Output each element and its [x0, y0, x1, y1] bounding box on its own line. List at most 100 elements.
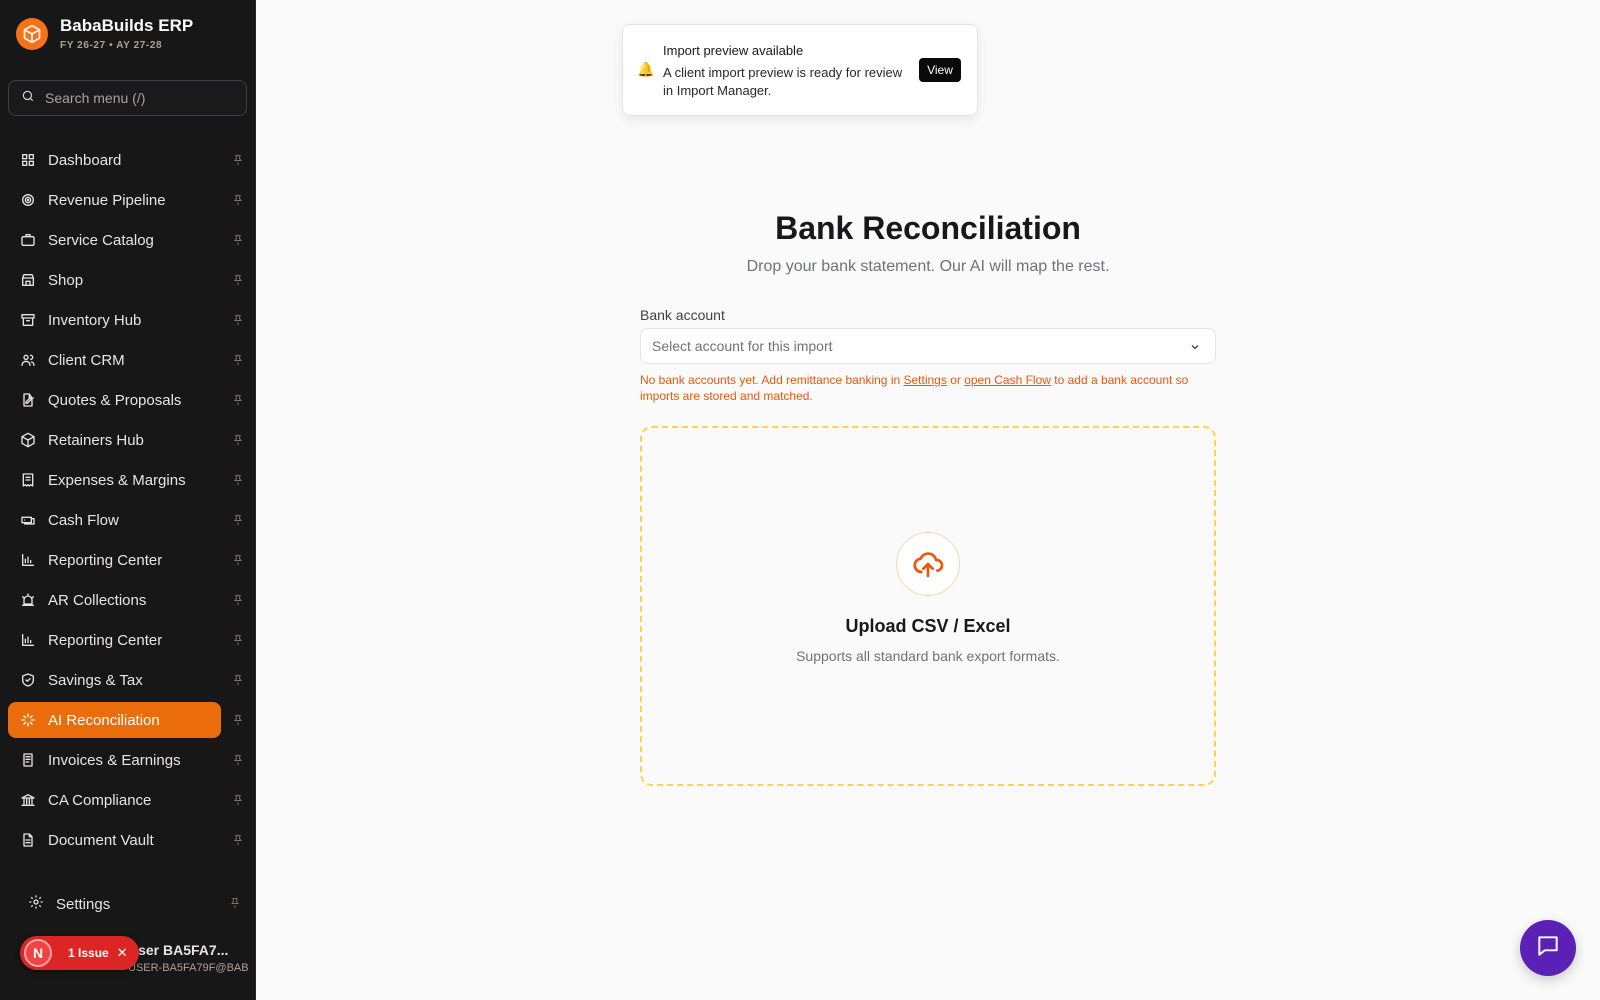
- chat-button[interactable]: [1520, 920, 1576, 976]
- sidebar-item-ai-reconciliation[interactable]: AI Reconciliation: [8, 702, 248, 738]
- sidebar-item-label: Savings & Tax: [48, 671, 143, 689]
- search-icon: [21, 89, 35, 108]
- pin-icon[interactable]: [230, 472, 246, 488]
- sidebar-item-invoices-earnings[interactable]: Invoices & Earnings: [8, 742, 248, 778]
- brand-name: BabaBuilds ERP: [60, 16, 194, 35]
- pin-icon[interactable]: [230, 592, 246, 608]
- pin-icon[interactable]: [230, 432, 246, 448]
- cloud-upload-icon: [896, 532, 960, 596]
- sidebar-item-dashboard[interactable]: Dashboard: [8, 142, 248, 178]
- pin-icon[interactable]: [230, 672, 246, 688]
- file-icon: [20, 832, 36, 848]
- cash-flow-link[interactable]: open Cash Flow: [964, 373, 1051, 387]
- sidebar-item-shop[interactable]: Shop: [8, 262, 248, 298]
- pin-icon[interactable]: [230, 192, 246, 208]
- sidebar-item-label: Revenue Pipeline: [48, 191, 166, 209]
- toast-title: Import preview available: [663, 43, 804, 58]
- user-name: User BA5FA7...: [128, 942, 229, 958]
- page-title: Bank Reconciliation: [775, 210, 1081, 246]
- pin-icon[interactable]: [230, 552, 246, 568]
- issue-badge[interactable]: N 1 Issue ✕: [20, 936, 139, 970]
- sidebar-item-savings-tax[interactable]: Savings & Tax: [8, 662, 248, 698]
- pin-icon[interactable]: [230, 832, 246, 848]
- alarm-icon: [20, 592, 36, 608]
- briefcase-icon: [20, 232, 36, 248]
- pin-icon[interactable]: [230, 352, 246, 368]
- sidebar-item-retainers-hub[interactable]: Retainers Hub: [8, 422, 248, 458]
- sidebar: BabaBuilds ERP FY 26-27 • AY 27-28 Dashb…: [0, 0, 256, 1000]
- sidebar-item-label: Cash Flow: [48, 511, 119, 529]
- pin-icon[interactable]: [230, 752, 246, 768]
- chevron-down-icon: [1189, 340, 1201, 358]
- sidebar-item-ar-collections[interactable]: AR Collections: [8, 582, 248, 618]
- user-profile[interactable]: User BA5FA7... USER-BA5FA79F@BABAB... N …: [20, 936, 248, 980]
- bar-chart-icon: [20, 632, 36, 648]
- bar-chart-icon: [20, 552, 36, 568]
- sidebar-item-quotes-proposals[interactable]: Quotes & Proposals: [8, 382, 248, 418]
- pin-icon[interactable]: [230, 632, 246, 648]
- sidebar-item-label: Retainers Hub: [48, 431, 144, 449]
- pin-icon[interactable]: [230, 312, 246, 328]
- pin-icon[interactable]: [230, 792, 246, 808]
- search-input[interactable]: [45, 90, 235, 106]
- sidebar-item-service-catalog[interactable]: Service Catalog: [8, 222, 248, 258]
- page-subtitle: Drop your bank statement. Our AI will ma…: [746, 258, 1110, 275]
- shield-icon: [20, 672, 36, 688]
- pin-icon[interactable]: [230, 272, 246, 288]
- sidebar-item-label: Expenses & Margins: [48, 471, 186, 489]
- menu-search[interactable]: [8, 80, 247, 116]
- bank-account-placeholder: Select account for this import: [652, 338, 833, 354]
- edit-document-icon: [20, 392, 36, 408]
- sidebar-item-ca-compliance[interactable]: CA Compliance: [8, 782, 248, 818]
- close-icon[interactable]: ✕: [117, 945, 128, 961]
- warning-text-prefix: No bank accounts yet. Add remittance ban…: [640, 373, 904, 387]
- view-button[interactable]: View: [919, 58, 961, 82]
- sidebar-item-label: Dashboard: [48, 151, 122, 169]
- bell-icon: 🔔: [637, 61, 655, 77]
- pin-icon[interactable]: [230, 232, 246, 248]
- receipt-icon: [20, 472, 36, 488]
- sidebar-item-label: Client CRM: [48, 351, 125, 369]
- sidebar-item-revenue-pipeline[interactable]: Revenue Pipeline: [8, 182, 248, 218]
- warning-text-middle: or: [946, 373, 965, 387]
- pin-icon[interactable]: [230, 712, 246, 728]
- sidebar-item-label: Invoices & Earnings: [48, 751, 181, 769]
- settings-link[interactable]: Settings: [904, 373, 947, 387]
- invoice-icon: [20, 752, 36, 768]
- sidebar-item-reporting-center[interactable]: Reporting Center: [8, 622, 248, 658]
- sidebar-item-cash-flow[interactable]: Cash Flow: [8, 502, 248, 538]
- toast-description: A client import preview is ready for rev…: [663, 65, 903, 98]
- sidebar-item-settings[interactable]: Settings: [16, 886, 241, 922]
- sidebar-item-label: Document Vault: [48, 831, 154, 849]
- bank-account-select[interactable]: Select account for this import: [640, 328, 1216, 364]
- pin-icon[interactable]: [230, 512, 246, 528]
- box-icon: [20, 432, 36, 448]
- sparkles-icon: [20, 712, 36, 728]
- sidebar-item-label: Shop: [48, 271, 84, 289]
- sidebar-item-reporting-center[interactable]: Reporting Center: [8, 542, 248, 578]
- sidebar-item-expenses-margins[interactable]: Expenses & Margins: [8, 462, 248, 498]
- sidebar-item-label: Service Catalog: [48, 231, 154, 249]
- gear-icon: [28, 894, 44, 915]
- sidebar-item-label: Inventory Hub: [48, 311, 142, 329]
- pin-icon[interactable]: [229, 896, 241, 914]
- upload-description: Supports all standard bank export format…: [796, 648, 1060, 664]
- chat-icon: [1535, 933, 1561, 964]
- sidebar-item-label: Reporting Center: [48, 631, 163, 649]
- settings-label: Settings: [56, 895, 111, 913]
- sidebar-nav: Dashboard Revenue Pipeline Service Catalog…: [8, 142, 248, 862]
- issue-avatar: N: [24, 939, 52, 967]
- upload-title: Upload CSV / Excel: [845, 616, 1011, 636]
- sidebar-item-client-crm[interactable]: Client CRM: [8, 342, 248, 378]
- pin-icon[interactable]: [230, 152, 246, 168]
- sidebar-item-document-vault[interactable]: Document Vault: [8, 822, 248, 858]
- brand[interactable]: BabaBuilds ERP FY 26-27 • AY 27-28: [16, 16, 193, 51]
- sidebar-item-inventory-hub[interactable]: Inventory Hub: [8, 302, 248, 338]
- sidebar-item-label: Reporting Center: [48, 551, 163, 569]
- grid-icon: [20, 152, 36, 168]
- pin-icon[interactable]: [230, 392, 246, 408]
- import-toast: 🔔 Import preview available A client impo…: [622, 24, 978, 116]
- upload-dropzone[interactable]: Upload CSV / Excel Supports all standard…: [640, 426, 1216, 786]
- target-icon: [20, 192, 36, 208]
- sidebar-item-label: Quotes & Proposals: [48, 391, 182, 409]
